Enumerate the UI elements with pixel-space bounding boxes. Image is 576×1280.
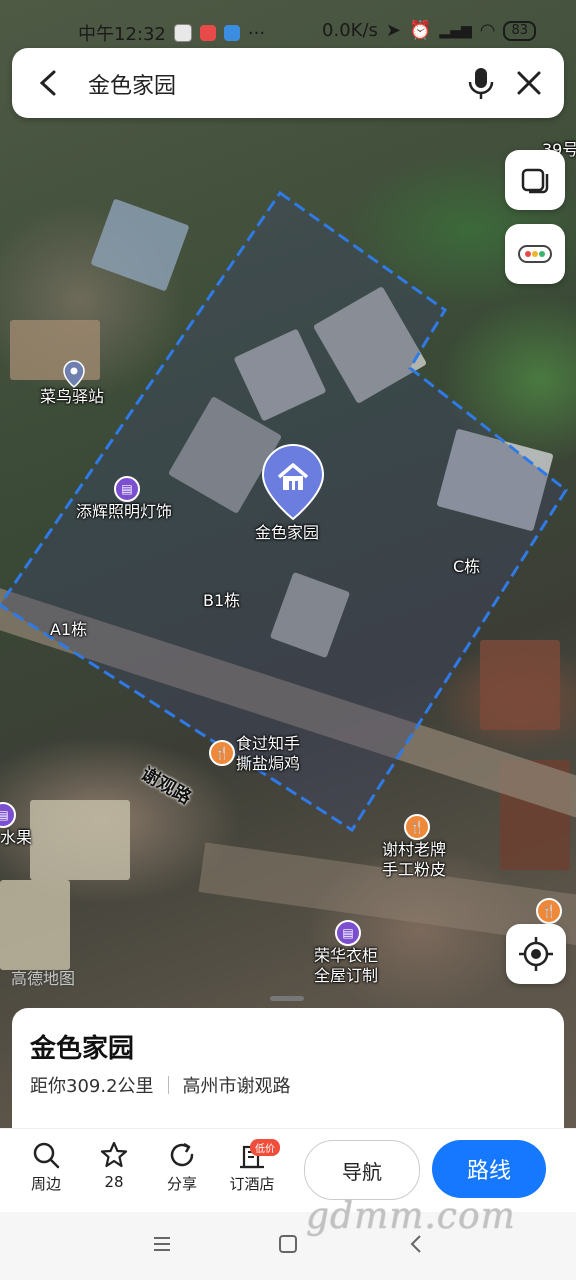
- restaurant-icon: 🍴: [404, 814, 430, 840]
- action-label: 订酒店: [229, 1175, 275, 1193]
- share-button[interactable]: 分享: [152, 1141, 212, 1194]
- map-app-notification-icon: [223, 25, 240, 41]
- action-label: 28: [104, 1173, 124, 1191]
- close-icon[interactable]: [512, 66, 546, 100]
- book-hotel-button[interactable]: 低价 订酒店: [222, 1139, 282, 1194]
- poi-ronghua[interactable]: ▤: [335, 920, 361, 946]
- place-title: 金色家园: [30, 1034, 135, 1064]
- battery-indicator: 83: [503, 20, 536, 41]
- place-address: 高州市谢观路: [182, 1076, 291, 1097]
- app-notification-icon: [199, 25, 216, 41]
- poi-label: 水果: [0, 828, 33, 847]
- poi-cainiao[interactable]: [63, 360, 85, 388]
- traffic-light-icon: [518, 245, 552, 263]
- shop-icon: ▤: [335, 920, 361, 946]
- shop-icon: ▤: [0, 802, 16, 828]
- alarm-icon: ⏰: [409, 20, 432, 41]
- my-location-button[interactable]: [506, 924, 566, 984]
- meta-divider: [167, 1076, 169, 1094]
- poi-tianhui[interactable]: ▤: [114, 476, 140, 502]
- app-notification-icon: [173, 24, 192, 42]
- poi-label: 食过知手 撕盐焗鸡: [236, 734, 301, 773]
- menu-icon[interactable]: [152, 1234, 172, 1254]
- wifi-icon: ◠: [479, 20, 496, 41]
- search-icon: [33, 1142, 60, 1169]
- signal-icon: ▂▄▆: [439, 22, 472, 39]
- place-meta: 距你309.2公里 高州市谢观路: [30, 1072, 291, 1098]
- main-poi-marker[interactable]: [261, 443, 325, 521]
- microphone-icon[interactable]: [464, 65, 498, 101]
- favorite-button[interactable]: 28: [84, 1141, 144, 1191]
- building-label-c: C栋: [453, 557, 481, 576]
- building-label-b1: B1栋: [203, 591, 241, 610]
- restaurant-icon: 🍴: [536, 898, 562, 924]
- back-icon[interactable]: [32, 66, 66, 100]
- network-speed: 0.0K/s: [322, 20, 378, 41]
- poi-fruit[interactable]: ▤: [0, 802, 16, 828]
- poi-xiecun[interactable]: 🍴: [404, 814, 430, 840]
- poi-shiguo[interactable]: 🍴: [209, 740, 235, 766]
- restaurant-icon: 🍴: [209, 740, 235, 766]
- navigate-button[interactable]: 导航: [304, 1140, 420, 1200]
- nearby-button[interactable]: 周边: [16, 1141, 76, 1194]
- layers-button[interactable]: [505, 150, 565, 210]
- discount-badge: 低价: [250, 1139, 280, 1156]
- building-label-a1: A1栋: [50, 620, 88, 639]
- search-bar[interactable]: 金色家园: [12, 48, 564, 118]
- main-poi-label: 金色家园: [255, 523, 320, 542]
- share-icon: [170, 1142, 194, 1167]
- shop-icon: ▤: [114, 476, 140, 502]
- site-watermark: gdmm.com: [306, 1196, 516, 1237]
- location-pin-icon: [63, 360, 85, 388]
- back-nav-icon[interactable]: [406, 1234, 426, 1254]
- poi-label: 荣华衣柜 全屋订制: [314, 946, 379, 985]
- route-button[interactable]: 路线: [432, 1140, 546, 1198]
- poi-label: 添辉照明灯饰: [76, 502, 173, 521]
- action-label: 周边: [30, 1175, 61, 1193]
- poi-partial[interactable]: 🍴: [536, 898, 562, 924]
- map-provider-logo: 高德地图: [11, 969, 76, 988]
- place-distance: 距你309.2公里: [30, 1076, 154, 1097]
- traffic-button[interactable]: [505, 224, 565, 284]
- status-time: 中午12:32: [78, 24, 166, 45]
- location-arrow-icon: ➤: [385, 20, 401, 41]
- poi-label: 菜鸟驿站: [40, 387, 105, 406]
- layers-icon: [521, 168, 549, 194]
- home-icon[interactable]: [278, 1234, 298, 1254]
- star-icon: [100, 1141, 128, 1168]
- sheet-drag-handle[interactable]: [270, 996, 304, 1001]
- action-label: 分享: [166, 1175, 197, 1193]
- crosshair-icon: [519, 937, 553, 971]
- more-notifications-icon: ···: [247, 22, 266, 44]
- search-query[interactable]: 金色家园: [88, 68, 176, 100]
- place-card[interactable]: 金色家园 距你309.2公里 高州市谢观路: [12, 1008, 564, 1132]
- poi-label: 谢村老牌 手工粉皮: [382, 840, 447, 879]
